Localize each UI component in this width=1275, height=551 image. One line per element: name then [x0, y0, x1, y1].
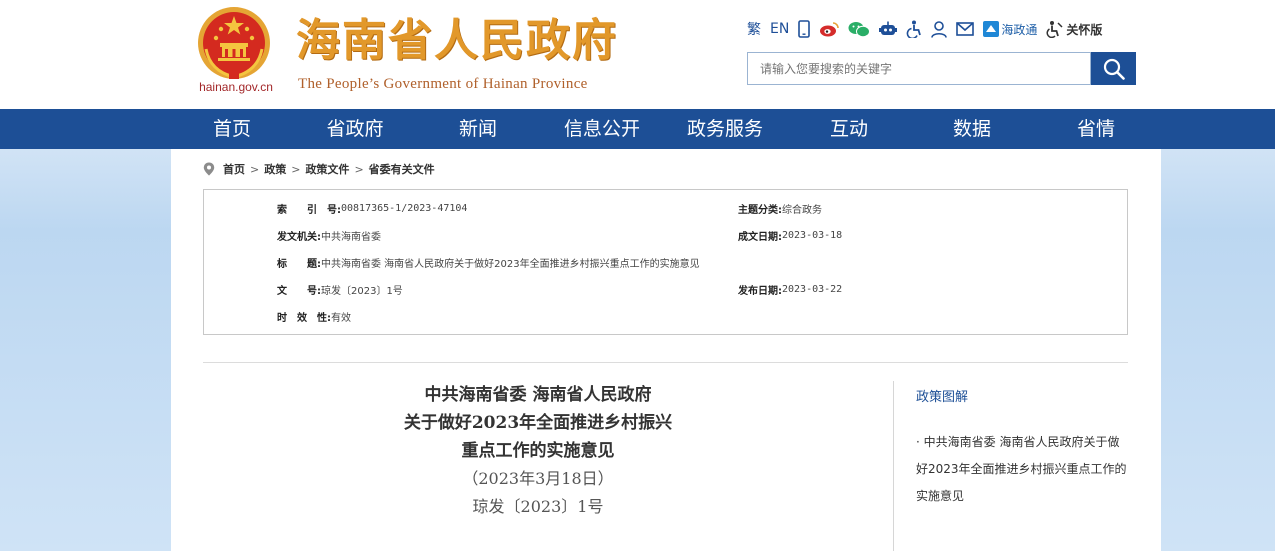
meta-value-created-date: 2023-03-18	[782, 229, 843, 241]
search-input[interactable]	[747, 52, 1091, 85]
site-title[interactable]: 海南省人民政府	[296, 16, 618, 66]
site-subtitle: The People’s Government of Hainan Provin…	[298, 76, 588, 92]
meta-label-title: 标 题:	[277, 258, 321, 270]
meta-row-title: 标 题: 中共海南省委 海南省人民政府关于做好2023年全面推进乡村振兴重点工作…	[277, 255, 700, 270]
main-nav: 首页 省政府 新闻 信息公开 政务服务 互动 数据 省情	[0, 109, 1275, 149]
nav-item-interaction[interactable]: 互动	[789, 109, 909, 149]
mobile-icon[interactable]	[798, 18, 811, 40]
english-link[interactable]: EN	[770, 18, 789, 40]
nav-item-government-services[interactable]: 政务服务	[665, 109, 785, 149]
search-icon	[1103, 58, 1125, 80]
breadcrumb-separator: >	[250, 162, 260, 176]
meta-row-index: 索 引 号: 00817365-1/2023-47104	[277, 201, 468, 216]
sidebar-link-policy-graphic[interactable]: · 中共海南省委 海南省人民政府关于做好2023年全面推进乡村振兴重点工作的实施…	[916, 429, 1128, 510]
meta-row-created-date: 成文日期: 2023-03-18	[738, 228, 843, 243]
meta-value-document-number: 琼发〔2023〕1号	[321, 285, 403, 297]
search-button[interactable]	[1091, 52, 1136, 85]
sidebar-heading-policy-graphics[interactable]: 政策图解	[916, 386, 968, 405]
breadcrumb-policy[interactable]: 政策	[264, 161, 286, 177]
document-heading: 中共海南省委 海南省人民政府 关于做好2023年全面推进乡村振兴 重点工作的实施…	[323, 381, 753, 521]
breadcrumb: 首页 > 政策 > 政策文件 > 省委有关文件	[203, 161, 435, 177]
traditional-chinese-link[interactable]: 繁	[747, 18, 761, 40]
meta-value-category: 综合政务	[782, 204, 822, 216]
care-mode-icon	[1046, 21, 1063, 38]
meta-row-validity: 时 效 性: 有效	[277, 309, 351, 324]
nav-item-provincial-government[interactable]: 省政府	[295, 109, 415, 149]
meta-label-validity: 时 效 性:	[277, 312, 331, 324]
robot-icon[interactable]	[879, 18, 898, 40]
meta-value-index: 00817365-1/2023-47104	[341, 202, 468, 214]
nav-item-home[interactable]: 首页	[172, 109, 292, 149]
weibo-icon[interactable]	[819, 18, 840, 40]
site-header: hainan.gov.cn 海南省人民政府 The People’s Gover…	[0, 0, 1275, 109]
document-title-line-3: 重点工作的实施意见	[461, 441, 615, 461]
section-divider	[203, 362, 1128, 363]
content-panel: 首页 > 政策 > 政策文件 > 省委有关文件 索 引 号: 00817365-…	[171, 149, 1161, 551]
document-number: 琼发〔2023〕1号	[472, 497, 604, 516]
document-title-line-1: 中共海南省委 海南省人民政府	[424, 385, 652, 405]
user-icon[interactable]	[931, 18, 948, 40]
meta-row-document-number: 文 号: 琼发〔2023〕1号	[277, 282, 403, 297]
meta-value-issuer: 中共海南省委	[321, 231, 381, 243]
breadcrumb-separator: >	[291, 162, 301, 176]
hainantong-link[interactable]: 海政通	[983, 18, 1037, 40]
mail-icon[interactable]	[956, 18, 975, 40]
hainantong-label: 海政通	[1001, 22, 1038, 37]
meta-label-category: 主题分类:	[738, 204, 782, 216]
meta-label-issuer: 发文机关:	[277, 231, 321, 243]
meta-row-category: 主题分类: 综合政务	[738, 201, 822, 216]
sidebar-divider	[893, 381, 894, 551]
wechat-icon[interactable]	[848, 18, 871, 40]
nav-item-information-disclosure[interactable]: 信息公开	[542, 109, 662, 149]
national-emblem-icon[interactable]	[196, 5, 272, 81]
meta-value-validity: 有效	[331, 312, 351, 324]
breadcrumb-home[interactable]: 首页	[223, 161, 245, 177]
breadcrumb-provincial-committee-documents[interactable]: 省委有关文件	[369, 161, 435, 177]
nav-item-data[interactable]: 数据	[912, 109, 1032, 149]
accessibility-icon[interactable]	[906, 18, 922, 40]
breadcrumb-policy-documents[interactable]: 政策文件	[305, 161, 349, 177]
hainantong-icon	[983, 21, 1000, 37]
location-pin-icon	[203, 162, 215, 176]
breadcrumb-separator: >	[354, 162, 364, 176]
nav-item-province-overview[interactable]: 省情	[1036, 109, 1156, 149]
document-title-line-2: 关于做好2023年全面推进乡村振兴	[403, 413, 673, 433]
site-url[interactable]: hainan.gov.cn	[195, 80, 277, 94]
meta-label-published-date: 发布日期:	[738, 285, 782, 297]
nav-item-news[interactable]: 新闻	[418, 109, 538, 149]
meta-value-title: 中共海南省委 海南省人民政府关于做好2023年全面推进乡村振兴重点工作的实施意见	[321, 258, 700, 270]
meta-row-published-date: 发布日期: 2023-03-22	[738, 282, 843, 297]
meta-row-issuer: 发文机关: 中共海南省委	[277, 228, 381, 243]
meta-label-document-number: 文 号:	[277, 285, 321, 297]
header-toolbar: 繁 EN 海政通 关怀版	[747, 18, 1111, 40]
care-mode-label: 关怀版	[1066, 22, 1103, 37]
document-date: （2023年3月18日）	[462, 469, 614, 488]
meta-value-published-date: 2023-03-22	[782, 283, 843, 295]
document-metadata-table: 索 引 号: 00817365-1/2023-47104 主题分类: 综合政务 …	[203, 189, 1128, 335]
meta-label-created-date: 成文日期:	[738, 231, 782, 243]
meta-label-index: 索 引 号:	[277, 204, 341, 216]
care-mode-link[interactable]: 关怀版	[1046, 18, 1102, 40]
